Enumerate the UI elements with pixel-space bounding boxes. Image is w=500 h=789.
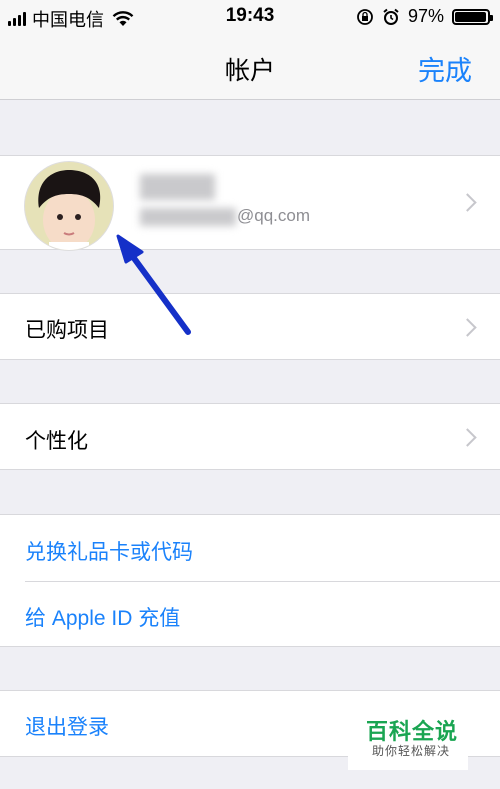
annotation-arrow — [116, 234, 191, 335]
watermark-subtitle: 助你轻松解决 — [372, 744, 451, 758]
